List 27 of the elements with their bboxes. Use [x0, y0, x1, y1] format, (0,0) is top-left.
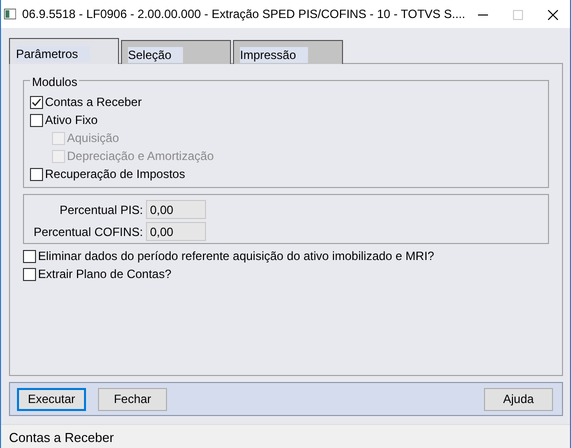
checkbox-label: Aquisição: [67, 130, 120, 147]
checkbox-label: Depreciação e Amortização: [67, 148, 214, 165]
checkbox-label: Eliminar dados do período referente aquisição do ativo imobilizado e MRI?: [38, 248, 434, 265]
button[interactable]: Ajuda: [484, 388, 553, 410]
checkbox[interactable]: [30, 114, 43, 126]
checkbox-label: Ativo Fixo: [45, 112, 98, 129]
button[interactable]: Fechar: [98, 388, 167, 410]
checkbox[interactable]: [30, 96, 43, 108]
tab[interactable]: Impressão: [233, 40, 343, 64]
input-field[interactable]: 0,00: [146, 222, 206, 241]
button[interactable]: Executar: [17, 388, 86, 410]
tab[interactable]: Seleção: [121, 40, 231, 64]
field-label: Percentual PIS:: [58, 202, 144, 218]
field-label: Percentual COFINS:: [32, 224, 144, 240]
window-title: 06.9.5518 - LF0906 - 2.00.00.000 - Extração SPED PIS/COFINS - 10 - TOTVS S....: [22, 6, 466, 23]
input-field[interactable]: 0,00: [146, 200, 206, 219]
checkbox[interactable]: [23, 268, 36, 280]
app-icon: [4, 7, 16, 21]
status-bar: Contas a Receber: [1, 424, 570, 448]
checkbox[interactable]: [30, 168, 43, 180]
checkbox-label: Contas a Receber: [45, 94, 142, 111]
checkbox-label: Extrair Plano de Contas?: [38, 266, 172, 283]
checkbox-label: Recuperação de Impostos: [45, 166, 186, 183]
maximize-icon: [512, 10, 523, 20]
tab[interactable]: Parâmetros: [9, 38, 119, 64]
close-icon: [548, 10, 558, 20]
checkbox[interactable]: [23, 250, 36, 262]
